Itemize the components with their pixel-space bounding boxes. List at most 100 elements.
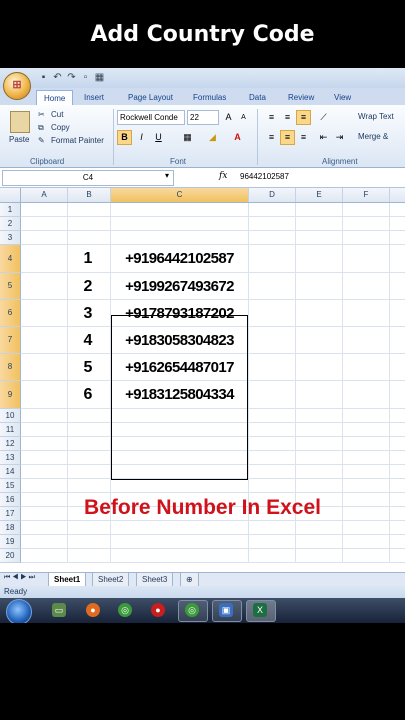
row-header-7[interactable]: 7 — [0, 327, 21, 354]
quick-print-icon[interactable]: ▫ — [80, 72, 91, 83]
media-player-icon[interactable]: ● — [151, 603, 165, 617]
align-top-icon[interactable]: ≡ — [264, 110, 279, 125]
office-button[interactable]: ⊞ — [3, 72, 31, 100]
row-header-19[interactable]: 19 — [0, 535, 21, 549]
start-button[interactable] — [6, 599, 32, 623]
grid-row-line — [20, 230, 405, 231]
sheet-tab-3[interactable]: Sheet3 — [136, 573, 174, 587]
row-header-15[interactable]: 15 — [0, 479, 21, 493]
tab-home[interactable]: Home — [36, 90, 74, 106]
row-header-11[interactable]: 11 — [0, 423, 21, 437]
formula-bar: C4 ▾ fx 96442102587 — [0, 168, 405, 188]
paste-icon[interactable] — [10, 111, 30, 133]
tab-data[interactable]: Data — [249, 90, 266, 105]
column-header-b[interactable]: B — [68, 188, 111, 202]
row-header-2[interactable]: 2 — [0, 217, 21, 231]
status-bar: Ready — [0, 586, 405, 598]
row-header-3[interactable]: 3 — [0, 231, 21, 245]
chrome-icon[interactable]: ◎ — [118, 603, 132, 617]
align-center-icon[interactable]: ≡ — [280, 130, 295, 145]
redo-icon[interactable]: ↷ — [66, 72, 77, 83]
row-header-8[interactable]: 8 — [0, 354, 21, 381]
serial-cell[interactable]: 1 — [68, 245, 108, 273]
chart-icon[interactable]: ▦ — [94, 72, 105, 83]
bold-button[interactable]: B — [117, 130, 132, 145]
insert-sheet-icon[interactable]: ⊕ — [180, 573, 199, 587]
format-painter-button[interactable]: Format Painter — [51, 136, 104, 145]
phone-cell[interactable]: +9196442102587 — [111, 245, 248, 273]
increase-indent-icon[interactable]: ⇥ — [332, 130, 347, 145]
phone-cell[interactable]: +9199267493672 — [111, 273, 248, 300]
borders-icon[interactable]: ▦ — [180, 130, 195, 145]
orientation-icon[interactable]: ⟋ — [316, 110, 331, 125]
align-right-icon[interactable]: ≡ — [296, 130, 311, 145]
row-header-10[interactable]: 10 — [0, 409, 21, 423]
ribbon-divider — [113, 109, 114, 165]
tab-view[interactable]: View — [334, 90, 351, 105]
fill-color-icon[interactable]: ◢ — [205, 130, 220, 145]
column-header-e[interactable]: E — [296, 188, 343, 202]
wrap-text-button[interactable]: Wrap Text — [358, 112, 394, 121]
row-header-1[interactable]: 1 — [0, 203, 21, 217]
cut-icon[interactable]: ✂ — [38, 110, 45, 119]
serial-cell[interactable]: 4 — [68, 327, 108, 354]
font-family-select[interactable]: Rockwell Conde — [117, 110, 185, 125]
grid-row-line — [20, 216, 405, 217]
row-header-13[interactable]: 13 — [0, 451, 21, 465]
insert-function-button[interactable]: fx — [219, 171, 227, 181]
italic-button[interactable]: I — [134, 130, 149, 145]
excel-window-button[interactable]: X — [246, 600, 276, 622]
serial-cell[interactable]: 3 — [68, 300, 108, 327]
tab-page-layout[interactable]: Page Layout — [128, 90, 173, 105]
row-header-18[interactable]: 18 — [0, 521, 21, 535]
row-header-12[interactable]: 12 — [0, 437, 21, 451]
row-header-20[interactable]: 20 — [0, 549, 21, 563]
row-header-5[interactable]: 5 — [0, 273, 21, 300]
undo-icon[interactable]: ↶ — [52, 72, 63, 83]
underline-button[interactable]: U — [151, 130, 166, 145]
format-painter-icon[interactable]: ✎ — [38, 136, 45, 145]
row-header-9[interactable]: 9 — [0, 381, 21, 409]
paste-button[interactable]: Paste — [9, 135, 29, 144]
sheet-tab-1[interactable]: Sheet1 — [48, 573, 87, 587]
merge-center-button[interactable]: Merge & — [358, 132, 388, 141]
serial-cell[interactable]: 2 — [68, 273, 108, 300]
column-header-f[interactable]: F — [343, 188, 390, 202]
column-header-c[interactable]: C — [111, 188, 249, 202]
copy-button[interactable]: Copy — [51, 123, 70, 132]
name-box-dropdown-icon[interactable]: ▾ — [165, 171, 169, 180]
serial-cell[interactable]: 5 — [68, 354, 108, 381]
row-header-6[interactable]: 6 — [0, 300, 21, 327]
serial-cell[interactable]: 6 — [68, 381, 108, 409]
select-all-corner[interactable] — [0, 188, 21, 202]
font-size-select[interactable]: 22 — [187, 110, 219, 125]
firefox-icon[interactable]: ● — [86, 603, 100, 617]
copy-icon[interactable]: ⧉ — [38, 123, 44, 133]
decrease-indent-icon[interactable]: ⇤ — [316, 130, 331, 145]
column-header-a[interactable]: A — [21, 188, 68, 202]
column-header-d[interactable]: D — [249, 188, 296, 202]
show-desktop-icon[interactable]: ▭ — [52, 603, 66, 617]
sheet-nav-icon[interactable]: ⏮ ◀ ▶ ⏭ — [4, 574, 35, 582]
align-left-icon[interactable]: ≡ — [264, 130, 279, 145]
ribbon: Paste ✂ Cut ⧉ Copy ✎ Format Painter Clip… — [0, 105, 405, 168]
font-color-icon[interactable]: A — [230, 130, 245, 145]
tab-review[interactable]: Review — [288, 90, 314, 105]
grow-font-icon[interactable]: A — [221, 110, 236, 125]
title-bar: ▪ ↶ ↷ ▫ ▦ — [0, 68, 405, 88]
video-caption: Before Number In Excel — [84, 496, 321, 519]
chrome-window-button[interactable]: ◎ — [178, 600, 208, 622]
row-header-14[interactable]: 14 — [0, 465, 21, 479]
align-bottom-icon[interactable]: ≡ — [296, 110, 311, 125]
tab-formulas[interactable]: Formulas — [193, 90, 226, 105]
row-header-4[interactable]: 4 — [0, 245, 21, 273]
save-icon[interactable]: ▪ — [38, 72, 49, 83]
tab-insert[interactable]: Insert — [84, 90, 104, 105]
name-box[interactable]: C4 — [2, 170, 174, 186]
sheet-tab-2[interactable]: Sheet2 — [92, 573, 130, 587]
shrink-font-icon[interactable]: A — [236, 110, 251, 125]
align-middle-icon[interactable]: ≡ — [280, 110, 295, 125]
explorer-window-button[interactable]: ▣ — [212, 600, 242, 622]
cut-button[interactable]: Cut — [51, 110, 63, 119]
formula-input[interactable]: 96442102587 — [236, 170, 405, 184]
